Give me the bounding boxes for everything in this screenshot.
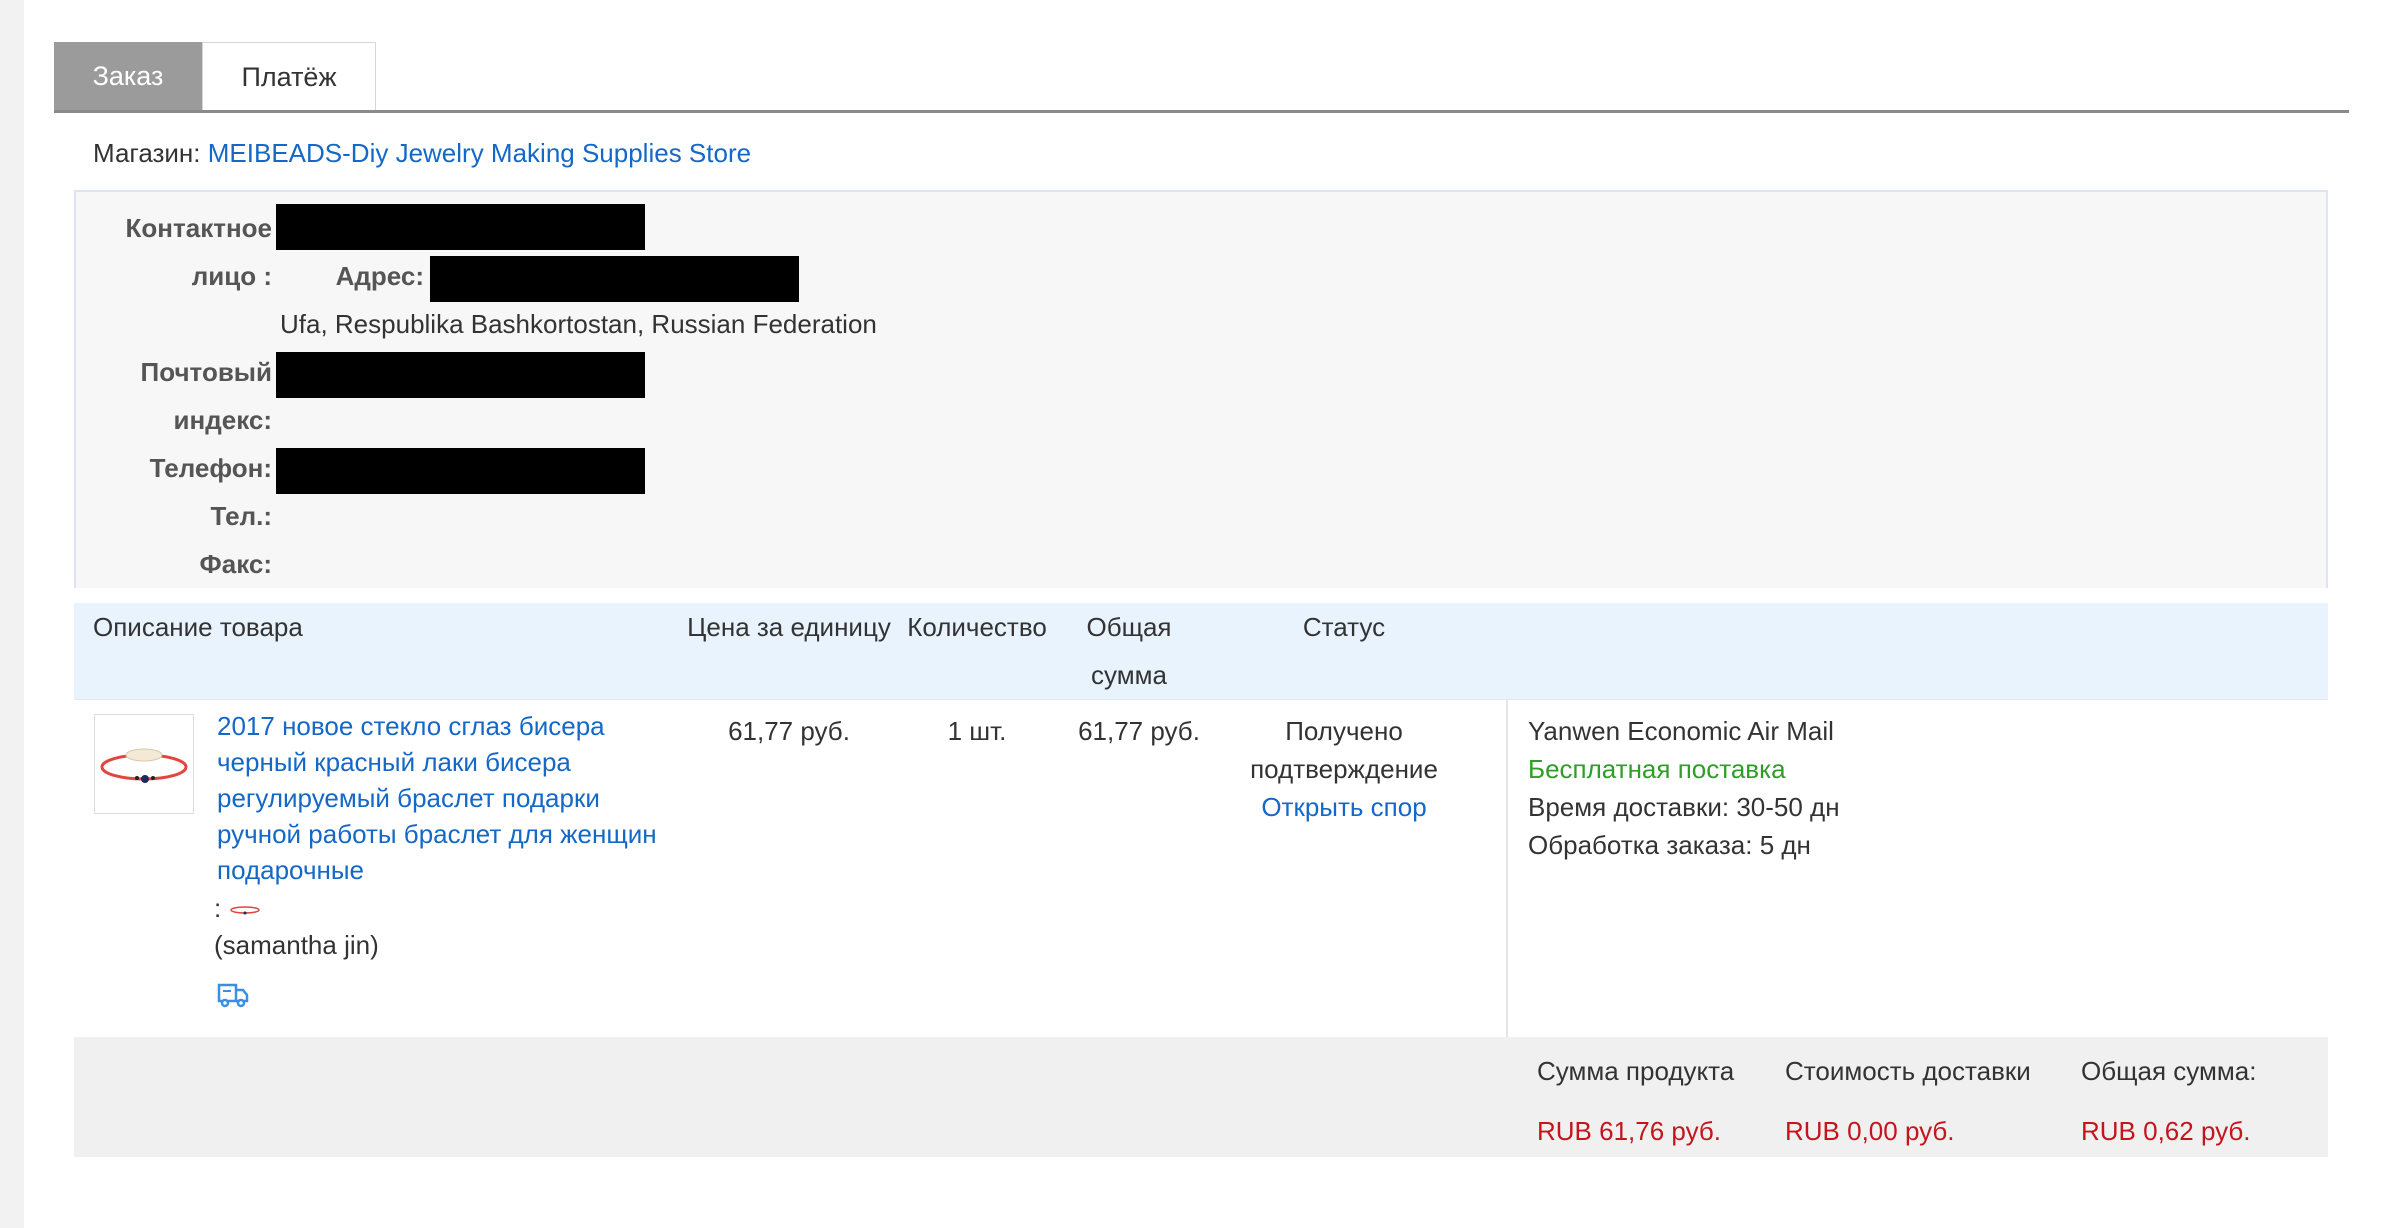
contact-label: Контактное xyxy=(125,213,272,243)
seller-name: (samantha jin) xyxy=(214,930,379,960)
address-box: Контактное лицо : Адрес: Ufa, Respublika… xyxy=(74,190,2328,588)
delivery-time-line: Время доставки: 30-50 дн xyxy=(1528,788,1840,826)
shipping-cost-label: Стоимость доставки xyxy=(1785,1056,2031,1086)
tel-label: Тел.: xyxy=(210,501,272,531)
redacted-contact xyxy=(276,204,645,250)
tab-bar: Заказ Платёж xyxy=(54,42,2349,113)
grand-total-value: RUB 0,62 руб. xyxy=(2081,1116,2251,1146)
header-quantity: Количество xyxy=(907,612,1047,642)
status-confirmation: подтверждение xyxy=(1250,754,1438,784)
variant-thumbnail-icon[interactable] xyxy=(228,903,262,917)
address-city: Ufa, Respublika Bashkortostan, Russian F… xyxy=(280,309,877,339)
shipping-info: Yanwen Economic Air Mail Бесплатная пост… xyxy=(1528,712,1840,864)
postal-label: Почтовый xyxy=(140,357,272,387)
order-totals: Сумма продукта Стоимость доставки Общая … xyxy=(74,1037,2328,1157)
truck-icon[interactable] xyxy=(216,979,250,1009)
table-row: 2017 новое стекло сглаз бисера черный кр… xyxy=(74,699,2328,1037)
bracelet-image xyxy=(100,748,188,783)
product-sum-label: Сумма продукта xyxy=(1537,1056,1735,1086)
product-title-link[interactable]: 2017 новое стекло сглаз бисера черный кр… xyxy=(217,708,667,888)
product-table-header: Описание товара Цена за единицу Количест… xyxy=(74,603,2328,699)
shipping-method: Yanwen Economic Air Mail xyxy=(1528,716,1834,746)
processing-label: Обработка заказа: xyxy=(1528,830,1753,860)
delivery-time-label: Время доставки: xyxy=(1528,792,1730,822)
variant-line: : xyxy=(214,890,262,926)
processing-line: Обработка заказа: 5 дн xyxy=(1528,826,1840,864)
redacted-postal xyxy=(276,352,645,398)
store-link[interactable]: MEIBEADS-Diy Jewelry Making Supplies Sto… xyxy=(208,138,751,168)
store-label: Магазин: xyxy=(93,138,201,168)
order-page: Заказ Платёж Магазин: MEIBEADS-Diy Jewel… xyxy=(24,0,2402,1228)
status-received: Получено xyxy=(1285,716,1403,746)
redacted-address xyxy=(430,256,799,302)
column-divider xyxy=(1506,700,1508,1037)
store-line: Магазин: MEIBEADS-Diy Jewelry Making Sup… xyxy=(93,138,751,169)
tab-order[interactable]: Заказ xyxy=(54,42,202,110)
address-label: Адрес: xyxy=(335,261,424,291)
quantity: 1 шт. xyxy=(947,716,1007,746)
open-dispute-link[interactable]: Открыть спор xyxy=(1234,788,1454,826)
header-unit-price: Цена за единицу xyxy=(687,612,891,642)
contact-label-cont: лицо : xyxy=(191,261,272,291)
product-thumbnail[interactable] xyxy=(94,714,194,814)
shipping-cost-value: RUB 0,00 руб. xyxy=(1785,1116,1955,1146)
grand-total-label: Общая сумма: xyxy=(2081,1056,2257,1086)
variant-prefix: : xyxy=(214,893,222,923)
tab-payment[interactable]: Платёж xyxy=(202,42,376,110)
postal-label-cont: индекс: xyxy=(173,405,272,435)
product-sum-value: RUB 61,76 руб. xyxy=(1537,1116,1721,1146)
header-total: Общая xyxy=(1086,612,1172,642)
header-total-cont: сумма xyxy=(1091,660,1167,690)
redacted-phone xyxy=(276,448,645,494)
header-description: Описание товара xyxy=(93,612,303,642)
header-status: Статус xyxy=(1302,612,1386,642)
unit-price: 61,77 руб. xyxy=(728,716,850,746)
processing-value: 5 дн xyxy=(1759,830,1811,860)
free-shipping: Бесплатная поставка xyxy=(1528,754,1786,784)
fax-label: Факс: xyxy=(199,549,272,579)
delivery-time-value: 30-50 дн xyxy=(1736,792,1840,822)
line-total: 61,77 руб. xyxy=(1078,716,1200,746)
phone-label: Телефон: xyxy=(149,453,272,483)
